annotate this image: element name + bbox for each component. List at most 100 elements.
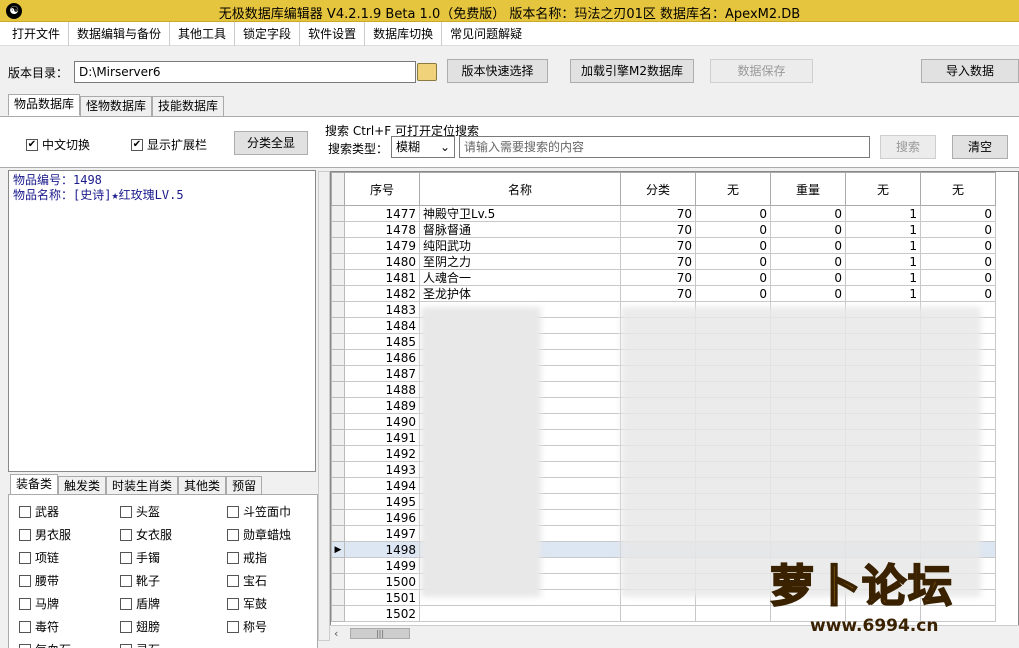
search-button[interactable]: 搜索 bbox=[880, 135, 936, 159]
table-cell[interactable]: 0 bbox=[695, 285, 771, 302]
table-cell[interactable]: 0 bbox=[770, 237, 846, 254]
table-cell[interactable]: 1 bbox=[845, 205, 921, 222]
table-cell[interactable]: 0 bbox=[920, 269, 996, 286]
table-cell[interactable]: 1 bbox=[845, 253, 921, 270]
table-cell[interactable]: 1485 bbox=[344, 333, 420, 350]
row-indicator[interactable] bbox=[331, 413, 345, 430]
row-indicator[interactable] bbox=[331, 429, 345, 446]
folder-icon[interactable] bbox=[417, 63, 437, 81]
table-row[interactable]: 1482 圣龙护体 70 0 0 1 0 bbox=[331, 285, 996, 302]
tab-other[interactable]: 其他类 bbox=[178, 476, 227, 496]
table-cell[interactable]: 1500 bbox=[344, 573, 420, 590]
row-indicator[interactable] bbox=[331, 205, 345, 222]
table-cell[interactable]: 1486 bbox=[344, 349, 420, 366]
category-checkbox[interactable]: 女衣服 bbox=[120, 526, 172, 543]
category-checkbox[interactable]: 手镯 bbox=[120, 549, 160, 566]
category-checkbox[interactable]: 武器 bbox=[19, 503, 59, 520]
category-checkbox[interactable]: 毒符 bbox=[19, 618, 59, 635]
table-cell[interactable]: 0 bbox=[695, 269, 771, 286]
table-row[interactable]: 1480 至阴之力 70 0 0 1 0 bbox=[331, 253, 996, 270]
table-cell[interactable]: 0 bbox=[920, 285, 996, 302]
col-header-weight[interactable]: 重量 bbox=[770, 172, 846, 206]
row-indicator[interactable] bbox=[331, 397, 345, 414]
row-indicator[interactable] bbox=[331, 365, 345, 382]
table-cell[interactable]: 1478 bbox=[344, 221, 420, 238]
table-cell[interactable]: 纯阳武功 bbox=[419, 237, 621, 254]
row-indicator[interactable] bbox=[331, 493, 345, 510]
col-header-category[interactable]: 分类 bbox=[620, 172, 696, 206]
row-indicator[interactable]: ▶ bbox=[331, 541, 345, 558]
menu-open-file[interactable]: 打开文件 bbox=[4, 21, 70, 46]
table-cell[interactable]: 0 bbox=[770, 205, 846, 222]
row-indicator[interactable] bbox=[331, 557, 345, 574]
menu-faq[interactable]: 常见问题解疑 bbox=[442, 22, 530, 46]
table-cell[interactable]: 1502 bbox=[344, 605, 420, 622]
table-cell[interactable]: 0 bbox=[770, 269, 846, 286]
table-cell[interactable]: 1496 bbox=[344, 509, 420, 526]
table-cell[interactable]: 0 bbox=[770, 253, 846, 270]
category-checkbox[interactable]: 灵石 bbox=[120, 641, 160, 648]
table-cell[interactable]: 70 bbox=[620, 205, 696, 222]
row-indicator[interactable] bbox=[331, 253, 345, 270]
row-indicator[interactable] bbox=[331, 221, 345, 238]
table-cell[interactable]: 人魂合一 bbox=[419, 269, 621, 286]
category-checkbox[interactable]: 宝石 bbox=[227, 572, 267, 589]
table-cell[interactable]: 1 bbox=[845, 237, 921, 254]
table-row[interactable]: 1479 纯阳武功 70 0 0 1 0 bbox=[331, 237, 996, 254]
clear-button[interactable]: 清空 bbox=[952, 135, 1008, 159]
table-cell[interactable]: 1 bbox=[845, 285, 921, 302]
table-cell[interactable]: 1482 bbox=[344, 285, 420, 302]
table-cell[interactable]: 1497 bbox=[344, 525, 420, 542]
table-cell[interactable]: 1484 bbox=[344, 317, 420, 334]
row-indicator[interactable] bbox=[331, 285, 345, 302]
table-cell[interactable]: 70 bbox=[620, 221, 696, 238]
row-indicator[interactable] bbox=[331, 445, 345, 462]
search-type-select[interactable]: 模糊 ⌄ bbox=[391, 136, 455, 158]
table-cell[interactable] bbox=[620, 605, 696, 622]
row-indicator[interactable] bbox=[331, 525, 345, 542]
table-cell[interactable]: 0 bbox=[770, 285, 846, 302]
table-cell[interactable]: 1494 bbox=[344, 477, 420, 494]
table-cell[interactable]: 0 bbox=[920, 221, 996, 238]
table-cell[interactable] bbox=[695, 605, 771, 622]
show-ext-checkbox[interactable]: ✔ 显示扩展栏 bbox=[131, 136, 207, 153]
table-cell[interactable]: 70 bbox=[620, 285, 696, 302]
category-checkbox[interactable]: 盾牌 bbox=[120, 595, 160, 612]
vertical-splitter[interactable] bbox=[318, 171, 330, 641]
table-row[interactable]: 1478 督脉督通 70 0 0 1 0 bbox=[331, 221, 996, 238]
tab-item-db[interactable]: 物品数据库 bbox=[8, 94, 81, 116]
category-checkbox[interactable]: 马牌 bbox=[19, 595, 59, 612]
table-cell[interactable]: 1 bbox=[845, 221, 921, 238]
search-input[interactable]: 请输入需要搜索的内容 bbox=[459, 136, 870, 158]
tab-reserved[interactable]: 预留 bbox=[226, 476, 263, 496]
table-cell[interactable]: 圣龙护体 bbox=[419, 285, 621, 302]
table-cell[interactable]: 0 bbox=[920, 237, 996, 254]
row-indicator[interactable] bbox=[331, 381, 345, 398]
table-cell[interactable]: 1481 bbox=[344, 269, 420, 286]
col-header-none-3[interactable]: 无 bbox=[920, 172, 996, 206]
row-indicator[interactable] bbox=[331, 573, 345, 590]
menu-software-settings[interactable]: 软件设置 bbox=[300, 21, 366, 46]
save-data-button[interactable]: 数据保存 bbox=[710, 59, 813, 83]
row-indicator[interactable] bbox=[331, 301, 345, 318]
menu-db-switch[interactable]: 数据库切换 bbox=[365, 21, 443, 46]
category-checkbox[interactable]: 头盔 bbox=[120, 503, 160, 520]
category-checkbox[interactable]: 勋章蜡烛 bbox=[227, 526, 291, 543]
table-cell[interactable]: 至阴之力 bbox=[419, 253, 621, 270]
chinese-toggle-checkbox[interactable]: ✔ 中文切换 bbox=[26, 136, 90, 153]
category-checkbox[interactable]: 军鼓 bbox=[227, 595, 267, 612]
category-checkbox[interactable]: 翅膀 bbox=[120, 618, 160, 635]
scroll-left-icon[interactable]: ‹ bbox=[334, 627, 338, 640]
table-cell[interactable]: 神殿守卫Lv.5 bbox=[419, 205, 621, 222]
row-indicator[interactable] bbox=[331, 461, 345, 478]
table-cell[interactable]: 0 bbox=[695, 253, 771, 270]
category-checkbox[interactable]: 戒指 bbox=[227, 549, 267, 566]
table-cell[interactable]: 1488 bbox=[344, 381, 420, 398]
row-indicator[interactable] bbox=[331, 349, 345, 366]
table-cell[interactable]: 1483 bbox=[344, 301, 420, 318]
row-indicator[interactable] bbox=[331, 605, 345, 622]
scroll-thumb[interactable]: ||| bbox=[350, 628, 410, 639]
category-checkbox[interactable]: 气血石 bbox=[19, 641, 71, 648]
table-cell[interactable]: 0 bbox=[695, 237, 771, 254]
tab-trigger[interactable]: 触发类 bbox=[58, 476, 107, 496]
